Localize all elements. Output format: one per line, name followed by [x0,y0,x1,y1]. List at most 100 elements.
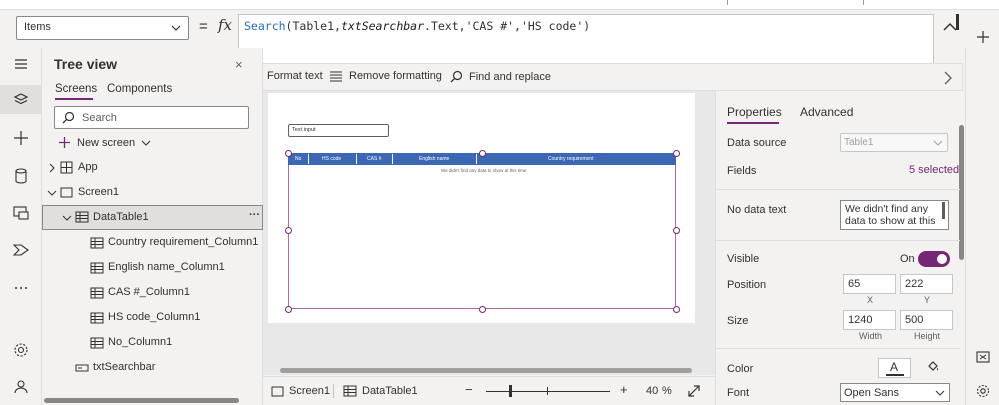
collapse-formula-button[interactable] [938,15,962,39]
column-separator [476,154,477,164]
resize-handle[interactable] [285,227,292,234]
zoom-out-button[interactable]: − [465,382,473,397]
column-separator [356,154,357,164]
resize-handle[interactable] [673,227,680,234]
close-icon[interactable]: × [235,57,243,72]
divider [716,189,960,190]
tree-item-column[interactable]: English name_Column1 [42,256,263,280]
position-x-input[interactable]: 65 [843,274,896,294]
tab-components[interactable]: Components [107,83,172,95]
column-header: CAS # [367,156,382,162]
find-replace-label: Find and replace [469,70,551,83]
tree-item-label: DataTable1 [93,211,149,223]
tree-item-column[interactable]: No_Column1 [42,331,263,355]
left-rail [0,48,42,405]
tree-item-label: Country requirement_Column1 [108,236,259,248]
power-automate-icon[interactable] [12,241,30,259]
top-strip [0,0,999,10]
fill-color-icon[interactable] [926,359,940,373]
size-width-caption: Width [859,331,883,341]
formula-editor[interactable]: Search(Table1,txtSearchbar.Text,'CAS #',… [238,14,934,64]
column-icon [90,237,104,249]
settings-icon[interactable] [975,383,991,399]
remove-formatting-button[interactable]: Remove formatting [329,70,442,82]
tab-screens[interactable]: Screens [55,83,97,95]
add-icon[interactable] [975,29,991,45]
size-label: Size [727,315,749,327]
formula-toolbar: Format text Remove formatting Find and r… [238,63,963,91]
status-control-selector[interactable]: DataTable1 [343,385,418,397]
text-color-picker[interactable]: A [878,358,911,378]
tree-item-column[interactable]: CAS #_Column1 [42,281,263,305]
top-divider [863,0,864,5]
resize-handle[interactable] [673,150,680,157]
menu-icon[interactable] [12,55,30,73]
tab-screens-underline [55,98,93,100]
tree-item-app[interactable]: App [42,156,263,180]
resize-handle[interactable] [285,150,292,157]
no-data-text-label: No data text [727,204,787,216]
screen-icon [271,386,284,396]
tree-item-column[interactable]: Country requirement_Column1 [42,231,263,255]
data-source-label: Data source [727,137,787,149]
new-screen-button[interactable]: New screen [58,136,151,149]
more-options-icon[interactable]: ··· [249,209,260,221]
size-height-caption: Height [914,331,941,341]
font-dropdown[interactable]: Open Sans [840,383,950,402]
search-icon [450,70,463,83]
formula-token: .Text,'CAS #','HS code') [424,19,591,33]
chevron-down-icon[interactable] [47,189,57,197]
resize-handle[interactable] [285,306,292,313]
no-data-text-scrollbar[interactable] [942,202,945,219]
size-height-input[interactable]: 500 [900,310,953,330]
chevron-down-icon[interactable] [62,214,72,222]
zoom-slider-thumb[interactable] [509,385,512,397]
fields-edit-link[interactable]: 5 selected [909,164,959,176]
tab-advanced[interactable]: Advanced [800,105,853,119]
tree-item-datatable1[interactable]: DataTable1 ··· [42,205,263,230]
color-label: Color [727,363,754,375]
more-icon[interactable] [12,278,30,296]
resize-handle[interactable] [479,306,486,313]
tree-horizontal-scrollbar[interactable] [44,398,239,403]
settings-icon[interactable] [12,341,30,359]
property-dropdown[interactable]: Items [16,16,189,40]
plus-icon[interactable] [12,129,30,147]
tree-item-screen1[interactable]: Screen1 [42,181,263,205]
tree-item-column[interactable]: HS code_Column1 [42,306,263,330]
zoom-in-button[interactable]: + [620,382,628,397]
position-y-input[interactable]: 222 [900,274,953,294]
virtual-agent-icon[interactable] [12,378,30,396]
resize-handle[interactable] [479,150,486,157]
layers-icon[interactable] [12,91,30,109]
data-source-value: Table1 [844,137,874,148]
find-replace-button[interactable]: Find and replace [450,70,551,83]
status-control-label: DataTable1 [362,385,418,397]
no-data-text-input[interactable]: We didn't find any data to show at this [840,200,949,230]
zoom-slider[interactable] [486,391,610,392]
chevron-right-icon[interactable] [941,70,955,86]
chevron-right-icon[interactable] [48,163,56,173]
expand-icon[interactable] [687,384,701,398]
canvas-data-table[interactable] [288,153,676,309]
tab-properties[interactable]: Properties [727,105,782,119]
canvas-horizontal-scrollbar[interactable] [280,368,692,373]
size-width-input[interactable]: 1240 [843,310,896,330]
media-icon[interactable] [12,204,30,222]
screenshot-icon[interactable] [975,349,991,365]
status-screen-selector[interactable]: Screen1 [271,385,330,397]
text-input-icon [75,364,89,372]
database-icon[interactable] [12,167,30,185]
visible-label: Visible [727,253,760,265]
format-text-label: Format text [267,70,323,82]
divider [716,240,960,241]
tree-item-label: HS code_Column1 [108,311,201,323]
tree-item-txtsearchbar[interactable]: txtSearchbar [42,356,263,380]
screen-icon [60,187,73,198]
canvas-text-input[interactable]: Text input [288,124,389,137]
column-header: Country requirement [548,156,594,162]
chevron-down-icon [935,390,945,396]
data-source-dropdown[interactable]: Table1 [840,133,948,152]
resize-handle[interactable] [673,306,680,313]
visible-toggle[interactable] [918,251,950,267]
